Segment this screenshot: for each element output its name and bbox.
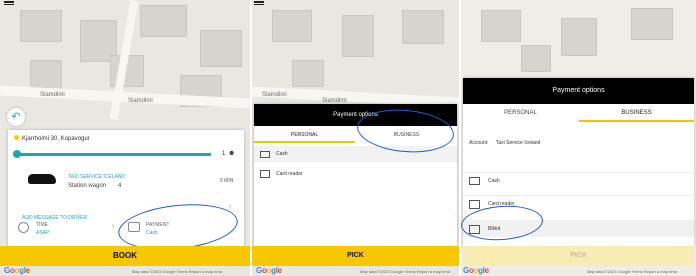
street-label: Slamdimi [128,98,153,104]
payment-options-business: Payment options PERSONAL BUSINESS Accoun… [461,0,696,276]
account-row[interactable]: Account: Taxi Service Iceland [469,140,540,146]
tab-personal-label: PERSONAL [290,132,319,138]
company-name: TAXI SERVICE ICELAND [68,174,126,180]
person-icon: ☻ [228,150,236,157]
car-type: Station wagon [68,183,107,189]
passenger-slider[interactable] [13,150,211,158]
pickup-address: Kjarrholmi 30, Kopavogur [22,136,90,142]
back-arrow-icon: ↶ [11,111,21,123]
option-card-reader[interactable]: Card reader [254,166,457,182]
address-row[interactable]: Kjarrholmi 30, Kopavogur [14,135,90,142]
payment-options-personal: Slamdimi Slamdimi Payment options PERSON… [252,0,459,276]
street-label: Slamdimi [262,92,287,98]
cash-icon [260,150,270,158]
tab-personal-label: PERSONAL [504,110,537,116]
time-selector[interactable]: TIME ASAP [16,218,116,240]
map-attribution: Map data ©2023 Google Terms Report a map… [360,269,451,274]
pick-button[interactable]: PICK [252,246,459,266]
pick-label: PICK [570,252,587,259]
map-attribution: Map data ©2023 Google Terms Report a map… [587,269,678,274]
account-label: Account: [469,140,489,146]
chevron-right-icon: › [112,223,115,230]
hamburger-icon[interactable] [4,0,14,6]
passenger-count: 1 [222,151,226,157]
pick-label: PICK [347,252,364,259]
card-reader-icon [260,170,270,178]
slider-thumb[interactable] [13,150,21,158]
sheet-header: Payment options [463,78,694,104]
time-label: TIME [36,222,48,228]
booking-screen: Slamdimi Slamdimi ↶ Kjarrholmi 30, Kopav… [0,0,250,276]
tab-personal[interactable]: PERSONAL [254,129,355,143]
street-label: Slamdimi [40,92,65,98]
clock-icon [18,222,29,233]
book-label: BOOK [113,251,137,260]
tab-personal[interactable]: PERSONAL [463,106,578,120]
car-icon [28,174,56,184]
tab-business[interactable]: BUSINESS [579,106,694,122]
cash-icon [469,177,480,185]
back-button[interactable]: ↶ [7,108,25,126]
book-button[interactable]: BOOK [0,246,250,266]
option-cash[interactable]: Cash [463,172,694,189]
google-logo: Google [256,266,282,275]
hamburger-icon[interactable] [254,0,264,6]
card-reader-icon [469,199,480,209]
map-attribution: Map data ©2023 Google Terms Report a map… [132,269,223,274]
account-value: Taxi Service Iceland [495,140,541,146]
sheet-title: Payment options [552,87,605,94]
location-dot-icon [14,135,19,140]
tab-business-label: BUSINESS [621,110,652,116]
google-logo: Google [4,266,30,275]
cash-label: Cash [276,151,288,157]
seats-count: 4 [118,183,122,189]
pick-button[interactable]: PICK [463,246,694,266]
time-value: ASAP [36,230,50,236]
chevron-right-icon: › [229,204,231,210]
google-logo: Google [463,266,489,275]
eta-badge: 5 MIN [220,178,234,184]
card-reader-label: Card reader [276,171,303,177]
cash-label: Cash [488,178,500,184]
